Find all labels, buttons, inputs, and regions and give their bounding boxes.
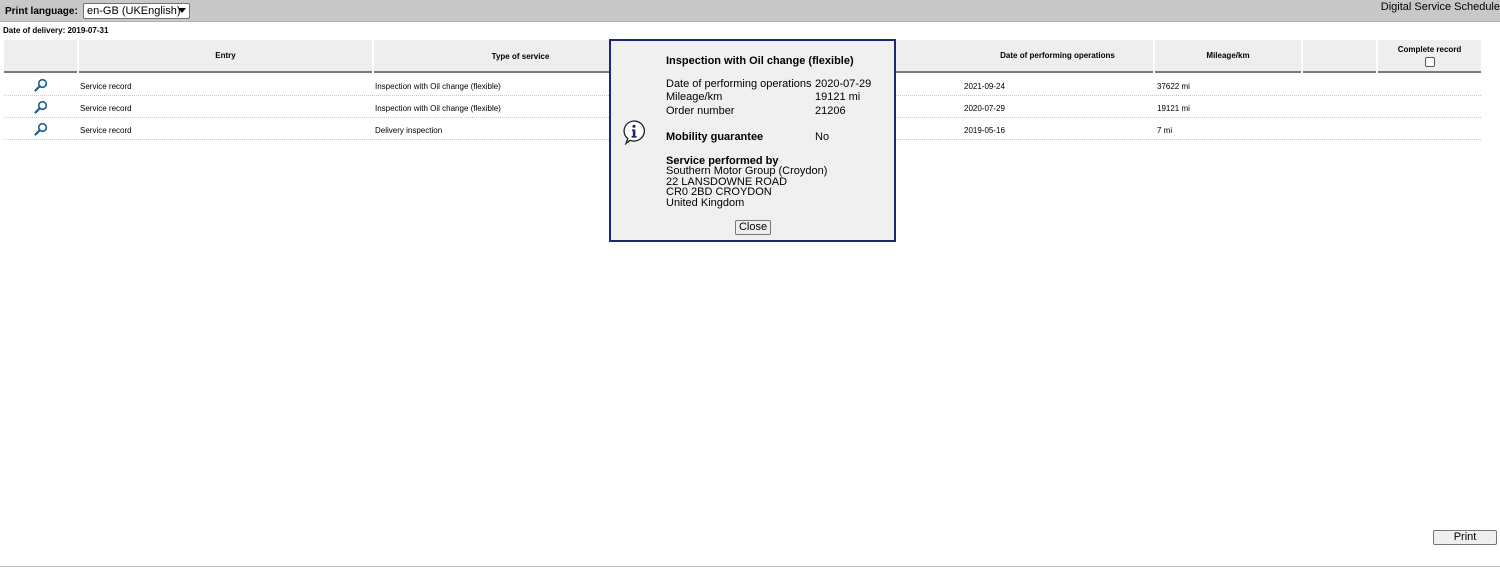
chevron-down-icon (178, 8, 186, 13)
header-empty-col (1303, 40, 1376, 73)
row-type: Inspection with Oil change (flexible) (375, 82, 501, 91)
popup-order-label: Order number (666, 105, 735, 117)
popup-mobility-value: No (815, 131, 830, 143)
magnifier-icon[interactable] (34, 122, 48, 136)
print-language-select[interactable]: en-GB (UKEnglish) (83, 3, 190, 19)
print-language-label: Print language: (5, 6, 78, 17)
row-mileage: 37622 mi (1157, 82, 1190, 91)
row-entry: Service record (80, 82, 132, 91)
print-button[interactable]: Print (1433, 530, 1497, 545)
magnifier-icon[interactable] (34, 100, 48, 114)
header-complete-record: Complete record (1378, 40, 1481, 73)
popup-title: Inspection with Oil change (flexible) (666, 55, 854, 67)
print-language-value: en-GB (UKEnglish) (87, 5, 181, 17)
info-icon (623, 120, 645, 145)
app-title: Digital Service Schedule (1380, 1, 1500, 13)
header-icon-col (4, 40, 77, 73)
row-type: Inspection with Oil change (flexible) (375, 104, 501, 113)
row-entry: Service record (80, 126, 132, 135)
address-line: CR0 2BD CROYDON (666, 186, 772, 198)
header-mileage: Mileage/km (1155, 40, 1301, 73)
popup-address: Southern Motor Group (Croydon) 22 LANSDO… (666, 166, 827, 208)
row-date: 2019-05-16 (964, 126, 1005, 135)
row-mileage: 19121 mi (1157, 104, 1190, 113)
date-of-delivery: Date of delivery: 2019-07-31 (3, 26, 109, 35)
popup-date-value: 2020-07-29 (815, 78, 872, 90)
row-date: 2021-09-24 (964, 82, 1005, 91)
complete-record-label: Complete record (1397, 44, 1462, 54)
popup-date-label: Date of performing operations (666, 78, 812, 90)
row-type: Delivery inspection (375, 126, 443, 135)
row-date: 2020-07-29 (964, 104, 1005, 113)
address-line: Southern Motor Group (Croydon) (666, 165, 828, 177)
header-date-of-operations: Date of performing operations (962, 40, 1153, 73)
magnifier-icon[interactable] (34, 78, 48, 92)
popup-mileage-value: 19121 mi (815, 91, 861, 103)
popup-mobility-label: Mobility guarantee (666, 131, 764, 143)
close-button[interactable]: Close (735, 220, 771, 235)
popup-mileage-label: Mileage/km (666, 91, 723, 103)
popup-order-value: 21206 (815, 105, 846, 117)
row-mileage: 7 mi (1157, 126, 1173, 135)
complete-record-checkbox[interactable] (1424, 56, 1435, 67)
service-detail-popup: Inspection with Oil change (flexible) Da… (609, 39, 896, 242)
bottom-divider (0, 566, 1500, 567)
top-toolbar: Print language: en-GB (UKEnglish) Digita… (0, 0, 1500, 22)
row-entry: Service record (80, 104, 132, 113)
header-entry: Entry (79, 40, 372, 73)
address-line: United Kingdom (666, 196, 745, 209)
